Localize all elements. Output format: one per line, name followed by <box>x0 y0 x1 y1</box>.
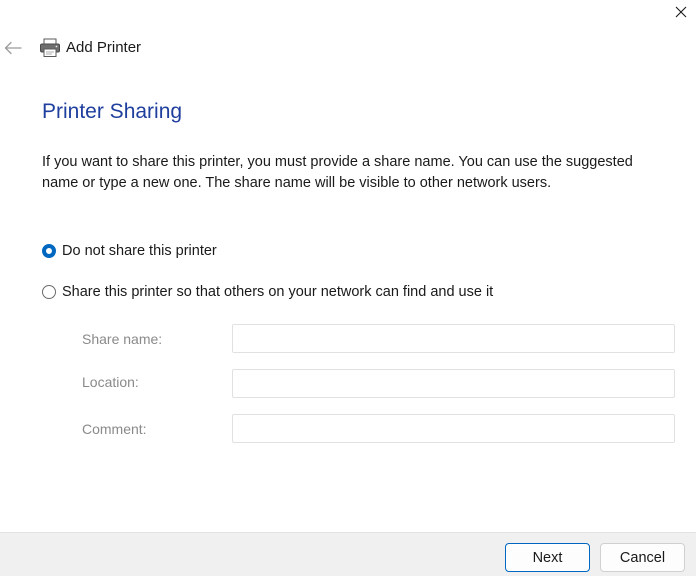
radio-button-unselected[interactable] <box>42 285 56 299</box>
radio-label: Share this printer so that others on you… <box>62 284 494 300</box>
comment-label: Comment: <box>82 421 147 437</box>
share-name-input[interactable] <box>232 324 675 353</box>
page-heading: Printer Sharing <box>42 100 183 123</box>
share-name-label: Share name: <box>82 331 163 347</box>
wizard-footer <box>0 532 696 576</box>
close-icon <box>675 6 687 18</box>
radio-button-selected[interactable] <box>42 244 56 258</box>
wizard-title: Add Printer <box>66 39 142 56</box>
radio-share-printer[interactable]: Share this printer so that others on you… <box>42 284 493 300</box>
radio-do-not-share[interactable]: Do not share this printer <box>42 243 217 259</box>
cancel-button[interactable]: Cancel <box>600 543 685 572</box>
radio-label: Do not share this printer <box>62 243 217 259</box>
next-button[interactable]: Next <box>505 543 590 572</box>
page-description: If you want to share this printer, you m… <box>42 154 633 191</box>
printer-icon <box>40 38 60 57</box>
comment-input[interactable] <box>232 414 675 443</box>
add-printer-window: Add Printer Printer Sharing If you want … <box>0 0 696 576</box>
location-input[interactable] <box>232 369 675 398</box>
back-arrow-icon <box>4 41 22 55</box>
close-button[interactable] <box>666 0 696 24</box>
back-button[interactable] <box>3 38 23 58</box>
location-label: Location: <box>82 374 139 390</box>
